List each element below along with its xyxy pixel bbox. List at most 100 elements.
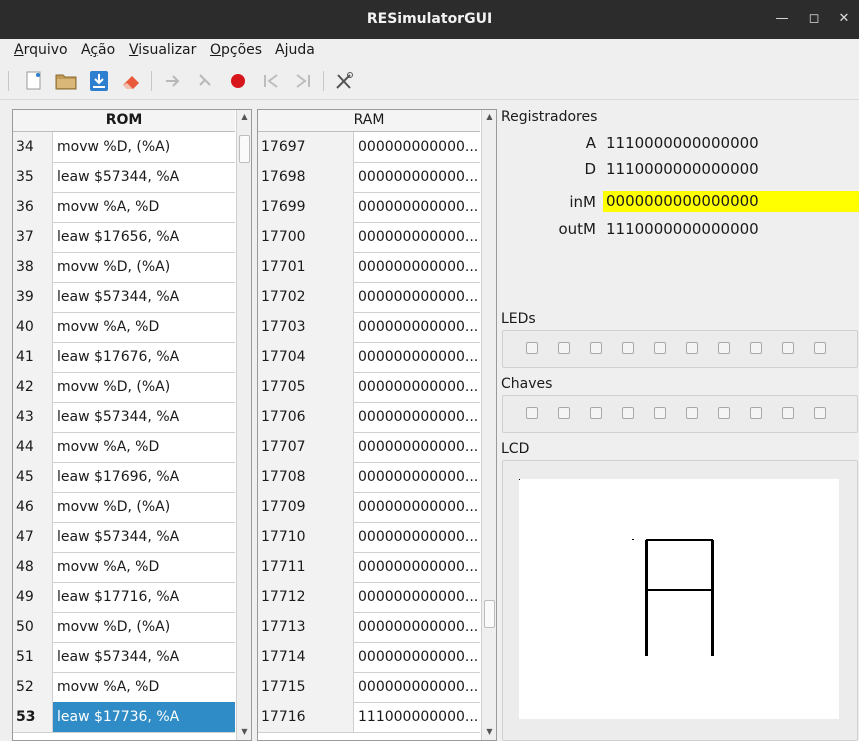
lcd-segment-middle — [646, 589, 713, 591]
ram-row[interactable]: 17705 000000000000... — [258, 372, 480, 403]
ram-scrollbar[interactable]: ▲ ▼ — [481, 110, 496, 740]
menu-acao[interactable]: Ação — [81, 42, 115, 58]
ram-row[interactable]: 17700 000000000000... — [258, 222, 480, 253]
rom-row[interactable]: 49 leaw $17716, %A — [13, 582, 235, 613]
minimize-icon[interactable]: — — [772, 9, 792, 29]
switches-group — [502, 395, 858, 433]
rom-row[interactable]: 38 movw %D, (%A) — [13, 252, 235, 283]
rom-row[interactable]: 41 leaw $17676, %A — [13, 342, 235, 373]
rom-row[interactable]: 37 leaw $17656, %A — [13, 222, 235, 253]
ram-row[interactable]: 17713 000000000000... — [258, 612, 480, 643]
rom-row[interactable]: 39 leaw $57344, %A — [13, 282, 235, 313]
scroll-down-icon[interactable]: ▼ — [237, 726, 251, 738]
led-checkbox[interactable] — [750, 342, 762, 354]
rom-address: 53 — [13, 702, 53, 732]
rom-row[interactable]: 43 leaw $57344, %A — [13, 402, 235, 433]
rom-row[interactable]: 45 leaw $17696, %A — [13, 462, 235, 493]
rom-scrollbar[interactable]: ▲ ▼ — [236, 110, 251, 740]
rom-row[interactable]: 42 movw %D, (%A) — [13, 372, 235, 403]
rom-row[interactable]: 34 movw %D, (%A) — [13, 132, 235, 163]
rom-row[interactable]: 47 leaw $57344, %A — [13, 522, 235, 553]
eraser-icon[interactable] — [118, 68, 144, 94]
led-checkbox[interactable] — [814, 342, 826, 354]
ram-row[interactable]: 17711 000000000000... — [258, 552, 480, 583]
led-checkbox[interactable] — [654, 342, 666, 354]
ram-row[interactable]: 17712 000000000000... — [258, 582, 480, 613]
led-checkbox[interactable] — [590, 342, 602, 354]
ram-row[interactable]: 17697 000000000000... — [258, 132, 480, 163]
ram-row[interactable]: 17701 000000000000... — [258, 252, 480, 283]
close-icon[interactable]: ✕ — [834, 9, 854, 29]
rom-address: 34 — [13, 132, 53, 162]
maximize-icon[interactable]: ◻ — [804, 9, 824, 29]
save-download-icon[interactable] — [86, 68, 112, 94]
ram-row[interactable]: 17714 000000000000... — [258, 642, 480, 673]
switch-checkbox[interactable] — [654, 407, 666, 419]
switch-checkbox[interactable] — [814, 407, 826, 419]
ram-row[interactable]: 17708 000000000000... — [258, 462, 480, 493]
menu-visualizar[interactable]: Visualizar — [129, 42, 196, 58]
new-file-icon[interactable] — [21, 68, 47, 94]
led-checkbox[interactable] — [526, 342, 538, 354]
switch-checkbox[interactable] — [686, 407, 698, 419]
menu-ajuda[interactable]: Ajuda — [275, 42, 315, 58]
ram-row[interactable]: 17706 000000000000... — [258, 402, 480, 433]
rom-row[interactable]: 50 movw %D, (%A) — [13, 612, 235, 643]
rom-row[interactable]: 48 movw %A, %D — [13, 552, 235, 583]
rom-address: 51 — [13, 642, 53, 672]
ram-row[interactable]: 17699 000000000000... — [258, 192, 480, 223]
ram-address: 17715 — [258, 672, 354, 702]
ram-row[interactable]: 17707 000000000000... — [258, 432, 480, 463]
rom-address: 52 — [13, 672, 53, 702]
rom-row[interactable]: 36 movw %A, %D — [13, 192, 235, 223]
open-folder-icon[interactable] — [53, 68, 79, 94]
switches-title: Chaves — [501, 376, 553, 392]
led-checkbox[interactable] — [558, 342, 570, 354]
skip-forward-icon[interactable] — [290, 68, 316, 94]
lcd-drawing — [519, 479, 714, 656]
menu-bar: Arquivo Ação Visualizar Opções Ajuda — [0, 39, 859, 63]
switch-checkbox[interactable] — [622, 407, 634, 419]
ram-scroll-thumb[interactable] — [484, 600, 495, 628]
scroll-up-icon[interactable]: ▲ — [482, 111, 496, 123]
led-checkbox[interactable] — [686, 342, 698, 354]
tools-icon[interactable] — [331, 68, 357, 94]
rom-row[interactable]: 52 movw %A, %D — [13, 672, 235, 703]
ram-row[interactable]: 17704 000000000000... — [258, 342, 480, 373]
ram-address: 17704 — [258, 342, 354, 372]
ram-row[interactable]: 17709 000000000000... — [258, 492, 480, 523]
rom-row[interactable]: 35 leaw $57344, %A — [13, 162, 235, 193]
led-checkbox[interactable] — [782, 342, 794, 354]
ram-row[interactable]: 17710 000000000000... — [258, 522, 480, 553]
scroll-up-icon[interactable]: ▲ — [237, 111, 251, 123]
rom-row[interactable]: 51 leaw $57344, %A — [13, 642, 235, 673]
rom-scroll-thumb[interactable] — [239, 135, 250, 163]
ram-row[interactable]: 17715 000000000000... — [258, 672, 480, 703]
rom-row[interactable]: 40 movw %A, %D — [13, 312, 235, 343]
ram-row[interactable]: 17698 000000000000... — [258, 162, 480, 193]
switch-checkbox[interactable] — [782, 407, 794, 419]
ram-row[interactable]: 17702 000000000000... — [258, 282, 480, 313]
switch-checkbox[interactable] — [750, 407, 762, 419]
ram-row[interactable]: 17716 111000000000... — [258, 702, 480, 733]
switch-checkbox[interactable] — [558, 407, 570, 419]
menu-acao-post: ão — [98, 42, 116, 58]
switch-checkbox[interactable] — [590, 407, 602, 419]
rom-row[interactable]: 46 movw %D, (%A) — [13, 492, 235, 523]
rom-row[interactable]: 53 leaw $17736, %A — [13, 702, 235, 733]
menu-opcoes[interactable]: Opções — [210, 42, 262, 58]
ram-row[interactable]: 17703 000000000000... — [258, 312, 480, 343]
stop-record-icon[interactable] — [225, 68, 251, 94]
switch-checkbox[interactable] — [526, 407, 538, 419]
ram-address: 17706 — [258, 402, 354, 432]
switch-checkbox[interactable] — [718, 407, 730, 419]
step-forward-icon[interactable] — [160, 68, 186, 94]
skip-back-icon[interactable] — [258, 68, 284, 94]
led-checkbox[interactable] — [622, 342, 634, 354]
rom-value: movw %D, (%A) — [57, 379, 171, 395]
step-into-icon[interactable] — [192, 68, 218, 94]
rom-row[interactable]: 44 movw %A, %D — [13, 432, 235, 463]
scroll-down-icon[interactable]: ▼ — [482, 726, 496, 738]
led-checkbox[interactable] — [718, 342, 730, 354]
menu-arquivo[interactable]: Arquivo — [14, 42, 68, 58]
